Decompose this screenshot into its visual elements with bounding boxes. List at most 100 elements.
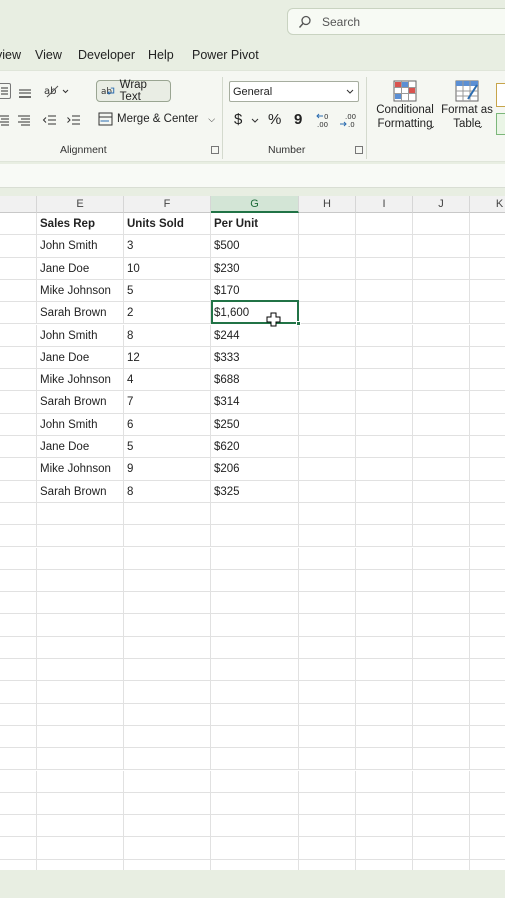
tab-help[interactable]: Help	[148, 48, 174, 62]
cell[interactable]	[37, 636, 124, 659]
cell[interactable]	[356, 480, 413, 503]
cell[interactable]	[37, 502, 124, 526]
cell[interactable]	[470, 837, 505, 860]
cell[interactable]	[124, 569, 211, 593]
cell[interactable]	[37, 659, 124, 682]
decrease-decimal-icon[interactable]: .00.0	[338, 111, 356, 129]
cell[interactable]	[299, 659, 356, 682]
cell[interactable]	[0, 525, 37, 548]
cell[interactable]	[211, 659, 299, 682]
merge-center-button[interactable]: Merge & Center ⌵	[98, 112, 215, 126]
column-header-g[interactable]: G	[211, 196, 299, 213]
cell[interactable]	[211, 502, 299, 526]
cell[interactable]	[211, 703, 299, 726]
cell[interactable]	[211, 569, 299, 593]
cell[interactable]	[124, 614, 211, 637]
cell[interactable]	[299, 235, 356, 258]
cell[interactable]	[299, 547, 356, 570]
cell[interactable]	[0, 480, 37, 503]
align-left-selected-icon[interactable]	[0, 83, 11, 99]
cell[interactable]	[124, 725, 211, 749]
cell[interactable]	[470, 325, 505, 347]
cell[interactable]	[356, 502, 413, 526]
column-header-j[interactable]: J	[413, 196, 470, 213]
cell[interactable]	[124, 659, 211, 682]
cell[interactable]	[124, 859, 211, 870]
table-cell[interactable]: Jane Doe	[37, 436, 124, 459]
cell[interactable]	[0, 279, 37, 303]
cell[interactable]	[356, 659, 413, 682]
cell[interactable]	[356, 413, 413, 436]
cell[interactable]	[0, 213, 37, 236]
cell[interactable]	[299, 480, 356, 503]
column-header-f[interactable]: F	[124, 196, 211, 213]
cell[interactable]	[0, 703, 37, 726]
cell[interactable]	[470, 771, 505, 793]
table-cell[interactable]: 5	[124, 279, 211, 303]
cell[interactable]	[470, 280, 505, 303]
cell[interactable]	[413, 346, 470, 370]
table-cell[interactable]: $206	[211, 458, 299, 481]
column-header-i[interactable]: I	[356, 196, 413, 213]
cell[interactable]	[356, 324, 413, 347]
cell[interactable]	[413, 837, 470, 860]
number-dialog-launcher-icon[interactable]	[355, 146, 363, 154]
cell[interactable]	[299, 257, 356, 280]
tab-view[interactable]: View	[35, 48, 62, 62]
cell[interactable]	[37, 703, 124, 726]
cell[interactable]	[211, 859, 299, 870]
cell[interactable]	[211, 792, 299, 816]
cell[interactable]	[124, 636, 211, 659]
cell[interactable]	[299, 369, 356, 392]
active-cell[interactable]	[211, 300, 299, 324]
percent-button[interactable]: %	[268, 111, 281, 128]
table-header-cell[interactable]: Sales Rep	[37, 213, 124, 236]
cell[interactable]	[356, 681, 413, 704]
cell[interactable]	[356, 636, 413, 659]
cell[interactable]	[299, 436, 356, 459]
cell[interactable]	[356, 436, 413, 459]
currency-button[interactable]: $	[234, 111, 242, 128]
cell[interactable]	[299, 569, 356, 593]
table-cell[interactable]: Mike Johnson	[37, 279, 124, 303]
cell[interactable]	[0, 257, 37, 280]
cell[interactable]	[299, 458, 356, 481]
cell[interactable]	[413, 569, 470, 593]
cell[interactable]	[0, 502, 37, 526]
cell[interactable]	[0, 391, 37, 414]
cell[interactable]	[0, 324, 37, 347]
table-cell[interactable]: Jane Doe	[37, 257, 124, 280]
table-cell[interactable]: 9	[124, 458, 211, 481]
table-cell[interactable]: 3	[124, 235, 211, 258]
cell[interactable]	[37, 614, 124, 637]
cell[interactable]	[470, 302, 505, 325]
cell[interactable]	[299, 636, 356, 659]
cell[interactable]	[470, 258, 505, 280]
column-header[interactable]	[0, 196, 37, 213]
table-cell[interactable]: $333	[211, 346, 299, 370]
cell[interactable]	[299, 815, 356, 838]
cell[interactable]	[37, 792, 124, 816]
cell[interactable]	[356, 547, 413, 570]
cell[interactable]	[356, 391, 413, 414]
table-cell[interactable]: Sarah Brown	[37, 302, 124, 325]
cell[interactable]	[0, 815, 37, 838]
table-cell[interactable]: $620	[211, 436, 299, 459]
align-bottom-icon[interactable]	[18, 87, 32, 99]
cell[interactable]	[413, 770, 470, 793]
cell[interactable]	[0, 725, 37, 749]
cell[interactable]	[470, 748, 505, 771]
cell[interactable]	[299, 346, 356, 370]
cell[interactable]	[413, 525, 470, 548]
cell[interactable]	[299, 302, 356, 325]
cell[interactable]	[124, 592, 211, 615]
cell[interactable]	[299, 413, 356, 436]
table-cell[interactable]: John Smith	[37, 324, 124, 347]
cell[interactable]	[299, 279, 356, 303]
tab-review[interactable]: view	[0, 48, 21, 62]
cell[interactable]	[299, 614, 356, 637]
cell[interactable]	[299, 725, 356, 749]
cell[interactable]	[356, 725, 413, 749]
cell[interactable]	[0, 302, 37, 325]
comma-style-button[interactable]: 9	[294, 111, 302, 128]
